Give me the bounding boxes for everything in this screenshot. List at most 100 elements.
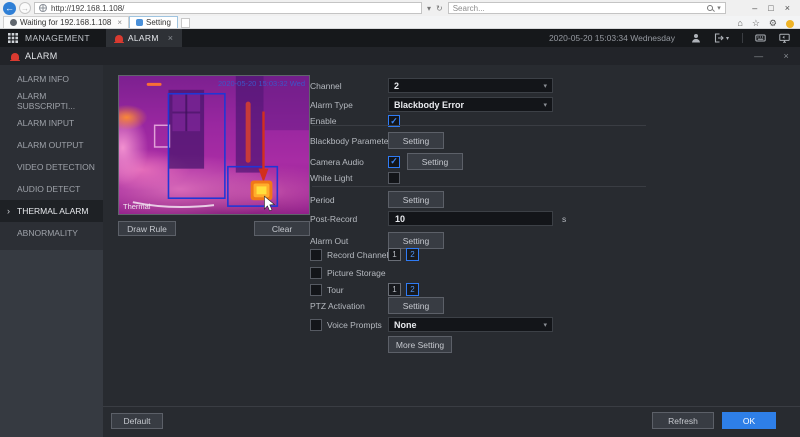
alarm-out-setting-button[interactable]: Setting (388, 232, 444, 249)
browser-tab-setting[interactable]: Setting (129, 16, 178, 28)
alarm-out-row: Alarm Out Setting (310, 232, 655, 249)
search-placeholder: Search... (452, 3, 485, 13)
record-channel-1-button[interactable]: 1 (388, 248, 401, 261)
channel-select[interactable]: 2 ▾ (388, 78, 553, 93)
browser-forward-button[interactable]: → (19, 2, 31, 14)
camera-audio-setting-button[interactable]: Setting (407, 153, 463, 170)
picture-storage-label: Picture Storage (327, 267, 386, 278)
tour-buttons: 1 2 (388, 283, 424, 296)
sidebar-item-label: ALARM INPUT (17, 118, 75, 128)
window-controls: – □ × (752, 3, 797, 13)
alarm-type-value: Blackbody Error (394, 99, 465, 110)
page-refresh-icon[interactable]: ↻ (436, 4, 443, 13)
white-light-checkbox[interactable]: ✓ (388, 172, 400, 184)
monitor-icon[interactable] (779, 33, 790, 43)
window-maximize-button[interactable]: □ (768, 3, 773, 13)
address-bar[interactable]: http://192.168.1.108/ (34, 2, 422, 14)
browser-search-box[interactable]: Search... ▾ (447, 2, 726, 14)
keyboard-icon[interactable] (742, 33, 766, 43)
sidebar-item-video-detection[interactable]: VIDEO DETECTION (0, 156, 103, 178)
footer-divider (103, 406, 800, 407)
period-setting-button[interactable]: Setting (388, 191, 444, 208)
tour-1-button[interactable]: 1 (388, 283, 401, 296)
alarm-type-select[interactable]: Blackbody Error ▾ (388, 97, 553, 112)
record-channel-buttons: 1 2 (388, 248, 424, 261)
camera-audio-checkbox[interactable]: ✓ (388, 155, 400, 168)
panel-close-button[interactable]: × (783, 51, 789, 61)
address-bar-buttons: ▾ ↻ (425, 4, 445, 13)
alarm-type-row: Alarm Type Blackbody Error ▾ (310, 97, 655, 112)
post-record-value: 10 (395, 213, 406, 224)
sidebar-item-abnormality[interactable]: ABNORMALITY (0, 222, 103, 244)
camera-audio-label: Camera Audio (310, 156, 364, 167)
alarm-out-label: Alarm Out (310, 235, 349, 246)
panel-minimize-button[interactable]: — (754, 51, 763, 61)
sidebar-item-thermal-alarm[interactable]: › THERMAL ALARM (0, 200, 103, 222)
picture-storage-checkbox[interactable]: ✓ (310, 266, 322, 279)
chevron-down-icon: ▾ (543, 82, 547, 90)
content-area: ALARM INFO ALARM SUBSCRIPTI... ALARM INP… (0, 65, 800, 437)
blackbody-hotspot (250, 180, 273, 201)
post-record-unit: s (562, 213, 567, 224)
post-record-row: Post-Record 10 s (310, 211, 655, 226)
favorites-star-icon[interactable]: ☆ (752, 19, 760, 28)
tour-checkbox[interactable]: ✓ (310, 283, 322, 296)
window-close-button[interactable]: × (785, 3, 790, 13)
chevron-down-icon: ▾ (543, 101, 547, 109)
search-dropdown-icon[interactable]: ▾ (717, 4, 721, 12)
sidebar-item-alarm-subscription[interactable]: ALARM SUBSCRIPTI... (0, 90, 103, 112)
apps-grid-icon[interactable] (8, 33, 18, 43)
chevron-down-icon: ▾ (543, 321, 547, 329)
logout-icon[interactable]: ▾ (714, 33, 729, 43)
blackbody-parameter-row: Blackbody Parameter Setting (310, 132, 655, 149)
autocomplete-dropdown-icon[interactable]: ▾ (427, 4, 431, 13)
window-minimize-button[interactable]: – (752, 3, 757, 13)
voice-prompts-checkbox[interactable]: ✓ (310, 319, 322, 331)
sidebar-item-label: AUDIO DETECT (17, 184, 81, 194)
sidebar-item-label: ALARM INFO (17, 74, 69, 84)
thermal-scene (132, 76, 309, 209)
new-tab-button[interactable] (180, 18, 190, 28)
feedback-icon[interactable] (786, 20, 794, 28)
main-panel: 2020-05-20 15:03:32 Wed Thermal Draw Rul… (103, 65, 800, 437)
tab-globe-icon (10, 19, 17, 26)
ptz-activation-label: PTZ Activation (310, 300, 365, 311)
management-menu[interactable]: MANAGEMENT (25, 33, 90, 43)
ptz-activation-setting-button[interactable]: Setting (388, 297, 444, 314)
sidebar-item-alarm-info[interactable]: ALARM INFO (0, 68, 103, 90)
user-icon[interactable] (691, 33, 701, 43)
record-channel-checkbox[interactable]: ✓ (310, 248, 322, 261)
alarm-type-label: Alarm Type (310, 99, 353, 110)
browser-tab-bar: Waiting for 192.168.1.108 × Setting ⌂ ☆ … (0, 16, 800, 29)
clear-button[interactable]: Clear (254, 221, 310, 236)
site-globe-icon (39, 4, 47, 12)
sidebar-item-alarm-input[interactable]: ALARM INPUT (0, 112, 103, 134)
record-channel-2-button[interactable]: 2 (406, 248, 419, 261)
record-channel-row: ✓ Record Channel 1 2 (310, 248, 655, 261)
more-setting-button[interactable]: More Setting (388, 336, 452, 353)
browser-back-button[interactable]: ← (3, 1, 16, 15)
alarm-tab[interactable]: ALARM × (105, 29, 183, 47)
home-icon[interactable]: ⌂ (737, 19, 742, 28)
sidebar-item-audio-detect[interactable]: AUDIO DETECT (0, 178, 103, 200)
thermal-preview[interactable]: 2020-05-20 15:03:32 Wed Thermal (118, 75, 310, 215)
alarm-tab-close-button[interactable]: × (168, 33, 174, 43)
blackbody-parameter-setting-button[interactable]: Setting (388, 132, 444, 149)
voice-prompts-select[interactable]: None ▾ (388, 317, 553, 332)
sidebar-menu: ALARM INFO ALARM SUBSCRIPTI... ALARM INP… (0, 65, 103, 250)
tour-label: Tour (327, 284, 344, 295)
record-channel-label: Record Channel (327, 249, 389, 260)
default-button[interactable]: Default (111, 413, 163, 429)
tools-gear-icon[interactable]: ⚙ (769, 19, 777, 28)
channel-value: 2 (394, 80, 400, 91)
refresh-button[interactable]: Refresh (652, 412, 714, 429)
selected-arrow-icon: › (7, 206, 10, 216)
ok-button[interactable]: OK (722, 412, 776, 429)
browser-tab-waiting[interactable]: Waiting for 192.168.1.108 × (3, 16, 129, 28)
post-record-input[interactable]: 10 (388, 211, 553, 226)
sidebar-item-alarm-output[interactable]: ALARM OUTPUT (0, 134, 103, 156)
tour-2-button[interactable]: 2 (406, 283, 419, 296)
draw-rule-button[interactable]: Draw Rule (118, 221, 176, 236)
search-icon[interactable] (707, 5, 714, 11)
tab-close-button[interactable]: × (117, 18, 122, 27)
